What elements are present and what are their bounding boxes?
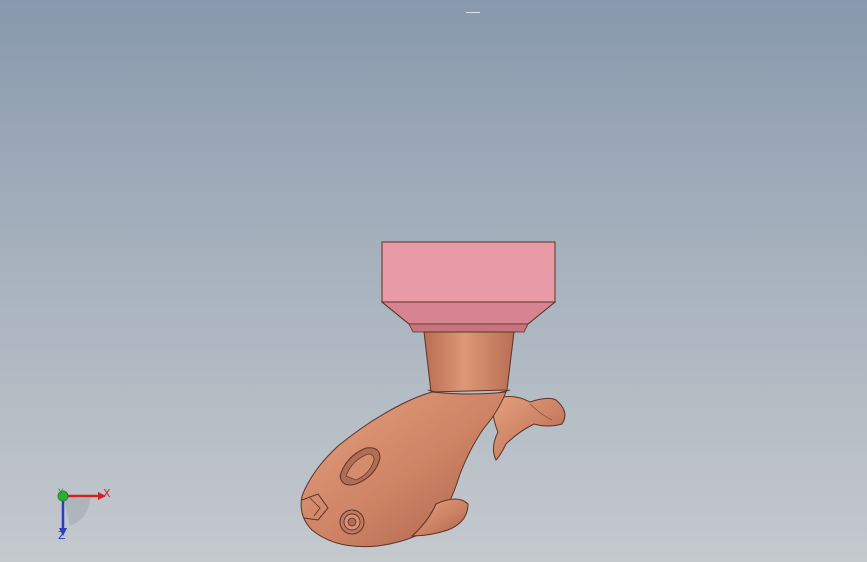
tail-fin	[491, 396, 566, 461]
fish-body	[300, 391, 507, 548]
graphics-viewport[interactable]: X Y Z	[0, 0, 867, 562]
axis-z-label: Z	[58, 529, 66, 542]
stem	[423, 331, 515, 397]
mounting-block	[380, 241, 557, 333]
axis-x-label: X	[103, 487, 111, 500]
axis-y-label: Y	[58, 488, 64, 498]
axis-triad	[57, 490, 106, 536]
3d-model-fish-leg[interactable]	[0, 0, 867, 562]
